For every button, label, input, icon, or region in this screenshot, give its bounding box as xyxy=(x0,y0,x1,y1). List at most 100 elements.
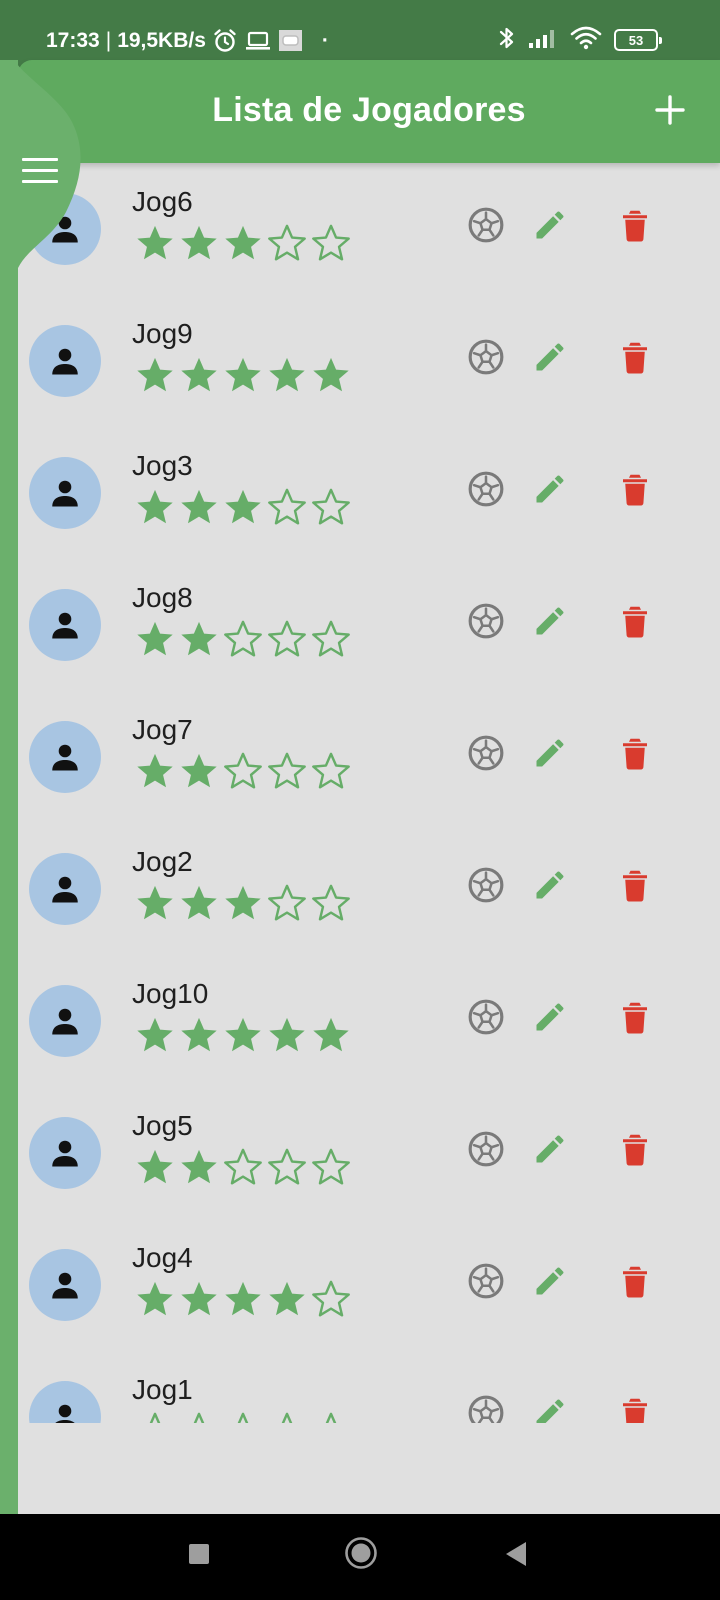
list-item[interactable]: Jog9 xyxy=(18,295,720,427)
soccer-ball-icon xyxy=(468,339,504,375)
player-name: Jog6 xyxy=(132,186,193,217)
star-filled-icon xyxy=(181,885,217,920)
select-player-button[interactable] xyxy=(467,602,505,640)
star-rating[interactable] xyxy=(134,1146,352,1188)
star-rating[interactable] xyxy=(134,486,352,528)
star-outline-icon xyxy=(312,488,350,525)
edit-player-button[interactable] xyxy=(532,1395,568,1423)
star-outline-icon xyxy=(224,752,262,789)
star-filled-icon xyxy=(137,357,173,392)
edit-player-button[interactable] xyxy=(532,603,568,639)
edit-player-button[interactable] xyxy=(532,867,568,903)
star-filled-icon xyxy=(181,357,217,392)
back-button[interactable] xyxy=(504,1540,528,1568)
select-player-button[interactable] xyxy=(467,1130,505,1168)
person-icon xyxy=(52,744,78,771)
player-list[interactable]: Jog6 Jog9 Jog3 Jog8 Jog7 Jog2 Jog10 Jog5 Jog4 Jog… xyxy=(18,163,720,1423)
recents-square-icon xyxy=(189,1544,209,1564)
star-rating[interactable] xyxy=(134,354,352,396)
screen: 17:33 | 19,5KB/s · 53 Lista de Jogadores… xyxy=(0,0,720,1600)
delete-player-button[interactable] xyxy=(620,735,650,771)
trash-delete-icon xyxy=(623,1134,647,1166)
star-filled-icon xyxy=(269,357,305,392)
list-item[interactable]: Jog7 xyxy=(18,691,720,823)
edit-player-button[interactable] xyxy=(532,735,568,771)
star-filled-icon xyxy=(181,1017,217,1052)
soccer-ball-icon xyxy=(468,471,504,507)
star-rating[interactable] xyxy=(134,1410,352,1423)
delete-player-button[interactable] xyxy=(620,603,650,639)
hamburger-menu-icon xyxy=(22,158,60,183)
star-filled-icon xyxy=(313,357,349,392)
star-filled-icon xyxy=(137,1149,173,1184)
person-icon xyxy=(52,1008,78,1035)
delete-player-button[interactable] xyxy=(620,867,650,903)
select-player-button[interactable] xyxy=(467,734,505,772)
player-name: Jog4 xyxy=(132,1242,193,1273)
star-rating[interactable] xyxy=(134,222,352,264)
star-outline-icon xyxy=(312,1280,350,1317)
edit-player-button[interactable] xyxy=(532,1263,568,1299)
image-icon xyxy=(278,29,304,53)
delete-player-button[interactable] xyxy=(620,1263,650,1299)
list-item[interactable]: Jog6 xyxy=(18,163,720,295)
soccer-ball-icon xyxy=(468,867,504,903)
edit-player-button[interactable] xyxy=(532,207,568,243)
star-rating[interactable] xyxy=(134,1278,352,1320)
star-rating[interactable] xyxy=(134,1014,352,1056)
star-filled-icon xyxy=(137,1017,173,1052)
star-filled-icon xyxy=(313,1017,349,1052)
list-item[interactable]: Jog2 xyxy=(18,823,720,955)
select-player-button[interactable] xyxy=(467,866,505,904)
delete-player-button[interactable] xyxy=(620,999,650,1035)
soccer-ball-icon xyxy=(468,1395,504,1423)
soccer-ball-icon xyxy=(468,207,504,243)
menu-button[interactable] xyxy=(22,158,60,186)
edit-player-button[interactable] xyxy=(532,999,568,1035)
add-player-button[interactable] xyxy=(650,90,690,130)
person-icon xyxy=(52,480,78,507)
select-player-button[interactable] xyxy=(467,1262,505,1300)
star-outline-icon xyxy=(268,488,306,525)
select-player-button[interactable] xyxy=(467,998,505,1036)
select-player-button[interactable] xyxy=(467,206,505,244)
list-item[interactable]: Jog4 xyxy=(18,1219,720,1351)
delete-player-button[interactable] xyxy=(620,1131,650,1167)
bluetooth-icon xyxy=(498,24,516,57)
avatar xyxy=(29,721,101,793)
select-player-button[interactable] xyxy=(467,470,505,508)
trash-delete-icon xyxy=(623,1398,647,1423)
star-outline-icon xyxy=(268,1148,306,1185)
list-item[interactable]: Jog5 xyxy=(18,1087,720,1219)
list-item[interactable]: Jog10 xyxy=(18,955,720,1087)
star-filled-icon xyxy=(181,1281,217,1316)
pencil-edit-icon xyxy=(536,1399,564,1423)
star-rating[interactable] xyxy=(134,750,352,792)
list-item[interactable]: Jog3 xyxy=(18,427,720,559)
edit-player-button[interactable] xyxy=(532,471,568,507)
delete-player-button[interactable] xyxy=(620,1395,650,1423)
star-rating[interactable] xyxy=(134,882,352,924)
edit-player-button[interactable] xyxy=(532,1131,568,1167)
star-filled-icon xyxy=(181,1149,217,1184)
list-item[interactable]: Jog1 xyxy=(18,1351,720,1423)
recents-button[interactable] xyxy=(188,1543,210,1565)
star-rating[interactable] xyxy=(134,618,352,660)
status-dot: · xyxy=(321,29,329,52)
delete-player-button[interactable] xyxy=(620,339,650,375)
select-player-button[interactable] xyxy=(467,1394,505,1423)
status-right: 53 xyxy=(498,24,662,57)
delete-player-button[interactable] xyxy=(620,207,650,243)
select-player-button[interactable] xyxy=(467,338,505,376)
edit-player-button[interactable] xyxy=(532,339,568,375)
player-name: Jog10 xyxy=(132,978,209,1009)
star-outline-icon xyxy=(312,884,350,921)
pencil-edit-icon xyxy=(536,1003,564,1031)
list-item[interactable]: Jog8 xyxy=(18,559,720,691)
delete-player-button[interactable] xyxy=(620,471,650,507)
star-filled-icon xyxy=(137,753,173,788)
star-filled-icon xyxy=(137,621,173,656)
status-time: 17:33 xyxy=(46,29,100,52)
star-filled-icon xyxy=(181,621,217,656)
home-button[interactable] xyxy=(344,1536,378,1570)
